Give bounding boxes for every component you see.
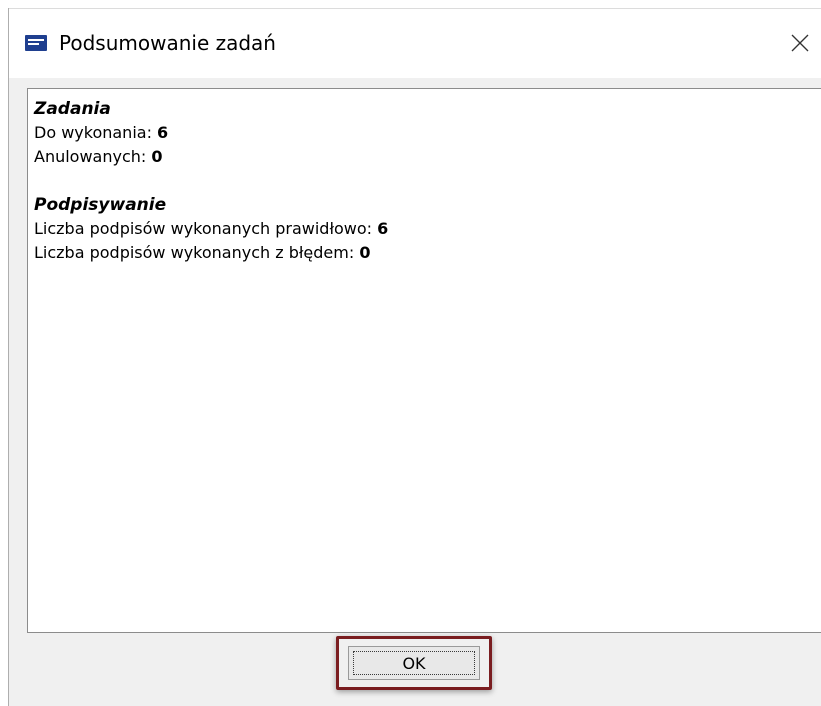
- signatures-error-value: 0: [359, 243, 371, 262]
- signatures-ok-value: 6: [377, 219, 389, 238]
- signatures-error-label: Liczba podpisów wykonanych z błędem:: [34, 243, 360, 262]
- signatures-ok-row: Liczba podpisów wykonanych prawidłowo: 6: [34, 217, 821, 241]
- close-button[interactable]: [778, 19, 821, 67]
- cancelled-label: Anulowanych:: [34, 147, 152, 166]
- tasks-section-title: Zadania: [34, 99, 111, 119]
- app-logo-icon: [25, 35, 47, 51]
- window-title: Podsumowanie zadań: [59, 31, 276, 55]
- cancelled-value: 0: [151, 147, 163, 166]
- ok-button-label: OK: [353, 651, 475, 675]
- to-do-label: Do wykonania:: [34, 123, 158, 142]
- signatures-error-row: Liczba podpisów wykonanych z błędem: 0: [34, 241, 821, 265]
- signatures-ok-label: Liczba podpisów wykonanych prawidłowo:: [34, 219, 378, 238]
- signing-section-title: Podpisywanie: [34, 195, 167, 215]
- to-do-value: 6: [157, 123, 169, 142]
- cancelled-row: Anulowanych: 0: [34, 145, 821, 169]
- title-bar: Podsumowanie zadań: [9, 8, 821, 78]
- dialog-window: Podsumowanie zadań Zadania Do wykonania:…: [8, 8, 821, 706]
- to-do-row: Do wykonania: 6: [34, 121, 821, 145]
- ok-button[interactable]: OK: [348, 646, 480, 680]
- close-icon: [791, 34, 809, 52]
- summary-panel: Zadania Do wykonania: 6 Anulowanych: 0 P…: [27, 88, 821, 633]
